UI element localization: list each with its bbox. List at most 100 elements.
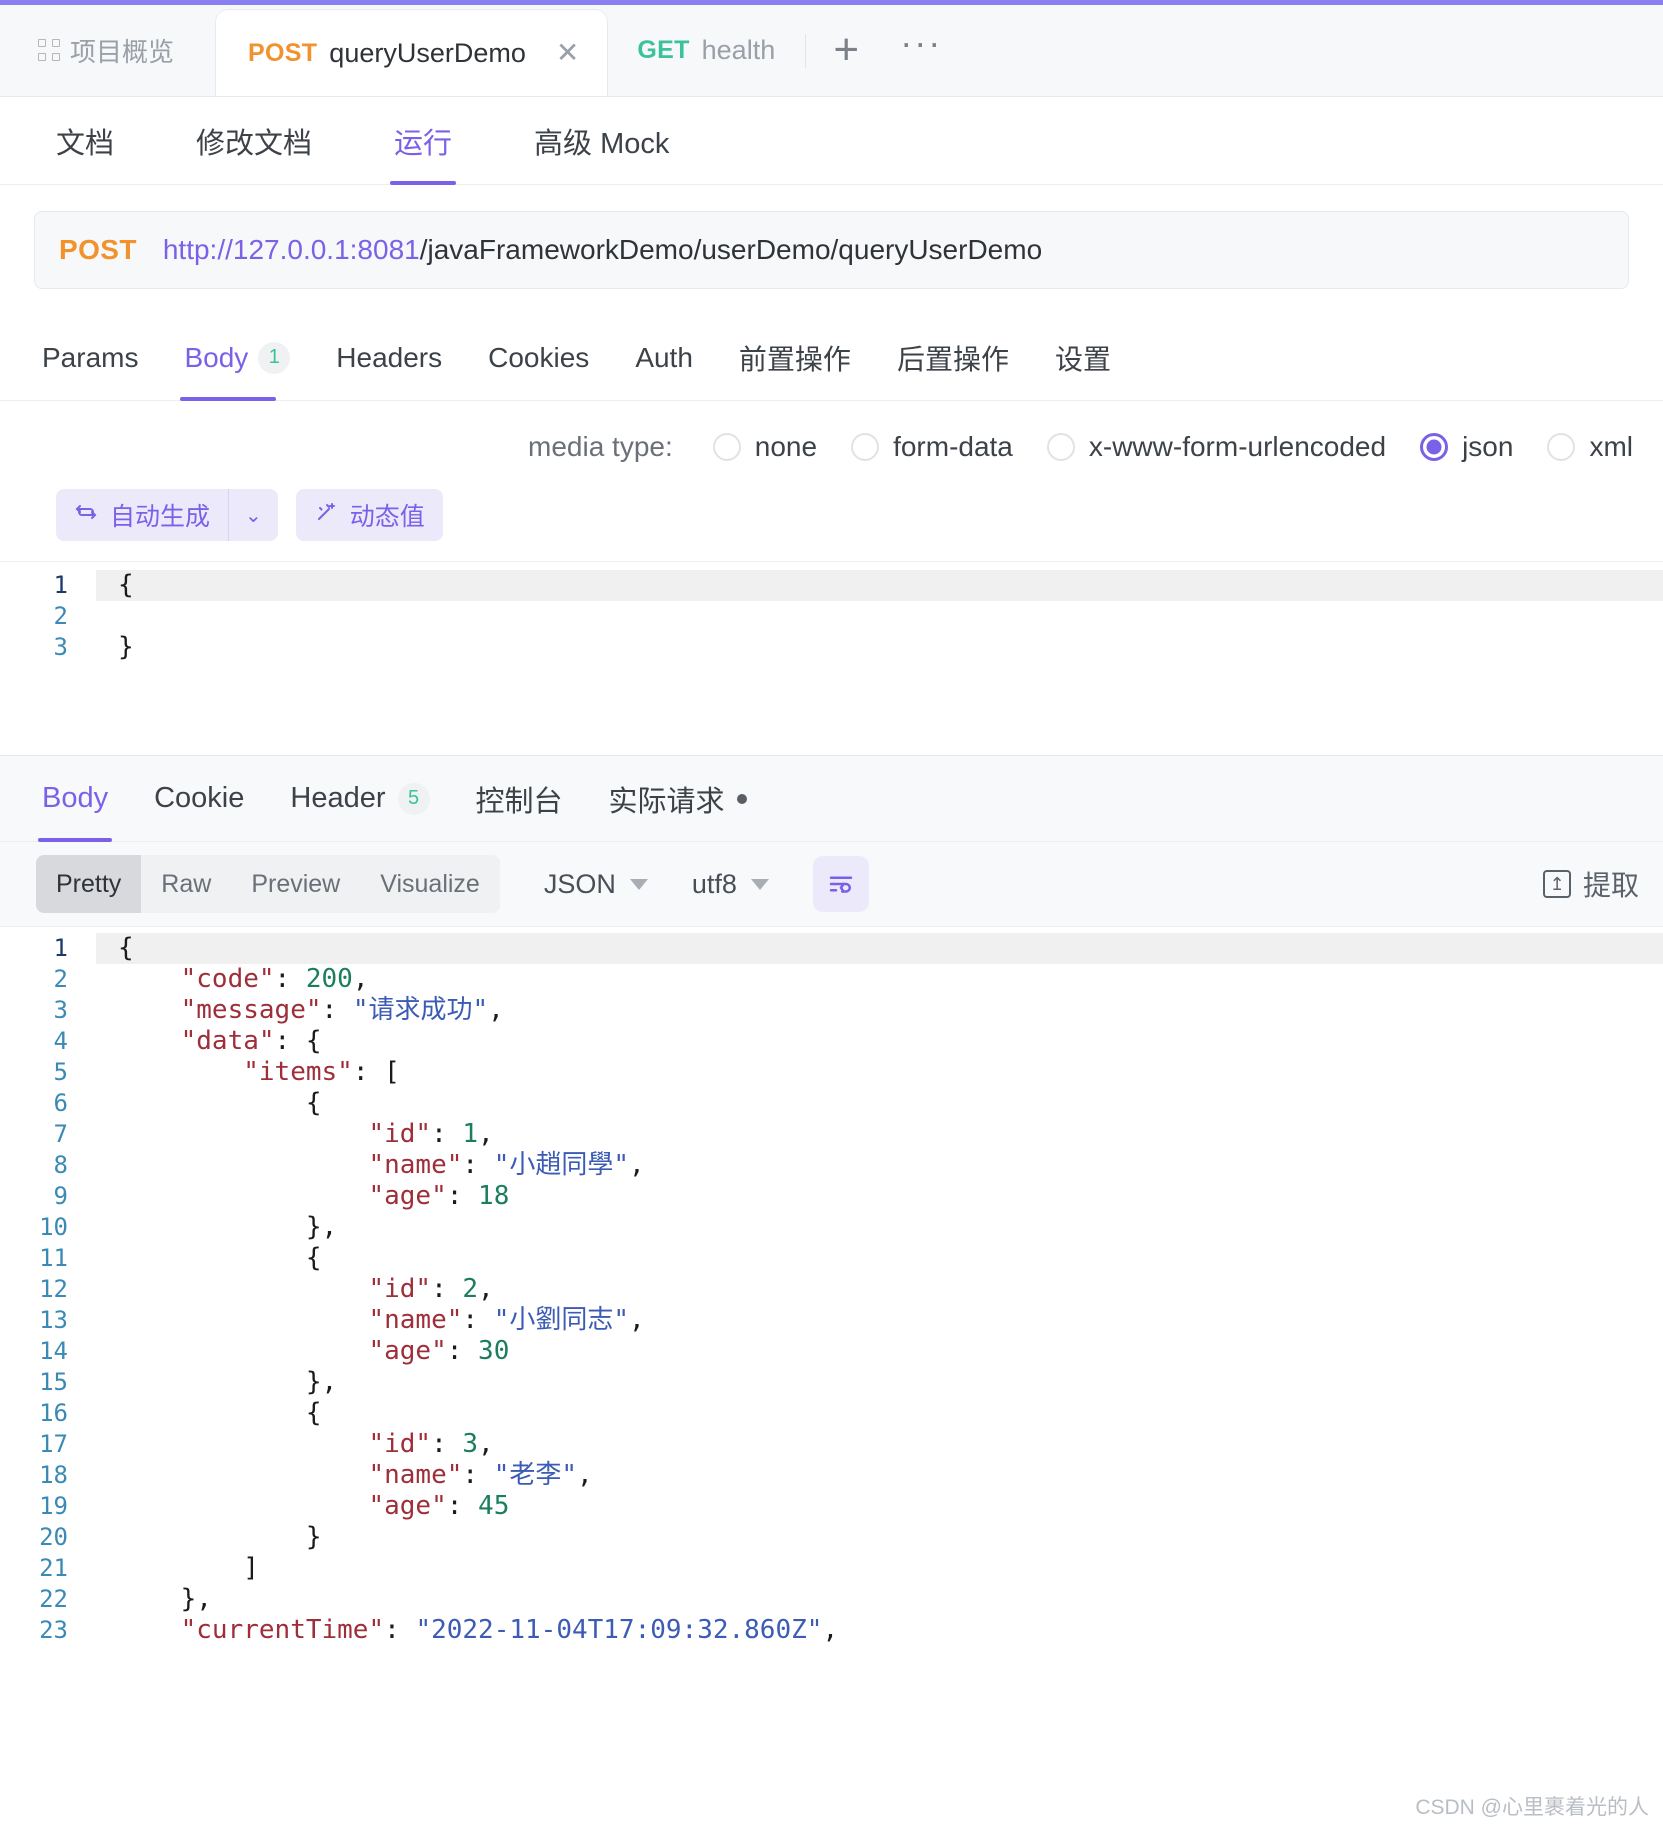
line-content[interactable]: "age": 45 — [96, 1491, 1663, 1522]
response-body-viewer[interactable]: 1{2 "code": 200, 3 "message": "请求成功", 4 "d… — [0, 926, 1663, 1646]
line-content[interactable]: "items": [ — [96, 1057, 1663, 1088]
close-icon[interactable]: ✕ — [556, 39, 579, 67]
radio-icon-xml[interactable] — [1547, 433, 1576, 461]
radio-icon-json[interactable] — [1420, 433, 1449, 461]
line-content[interactable]: "id": 2, — [96, 1274, 1663, 1305]
media-type-option-urlencoded[interactable]: x-www-form-urlencoded — [1046, 431, 1386, 463]
request-tab-settings[interactable]: 设置 — [1055, 315, 1111, 401]
response-tab-cookie[interactable]: Cookie — [154, 756, 244, 842]
tab-run[interactable]: 运行 — [390, 97, 457, 185]
request-tab-body[interactable]: Body 1 — [180, 315, 291, 401]
segment-raw[interactable]: Raw — [141, 855, 231, 913]
line-content[interactable]: "currentTime": "2022-11-04T17:09:32.860Z… — [96, 1615, 1663, 1646]
response-tab-actual-request[interactable]: 实际请求 — [609, 756, 747, 842]
line-content[interactable]: }, — [96, 1584, 1663, 1615]
response-code-line[interactable]: 16 { — [0, 1398, 1663, 1429]
add-tab-button[interactable]: + — [806, 4, 886, 96]
response-code-line[interactable]: 1{ — [0, 933, 1663, 964]
media-type-option-none[interactable]: none — [712, 431, 817, 463]
response-code-line[interactable]: 21 ] — [0, 1553, 1663, 1584]
line-content[interactable]: } — [96, 1522, 1663, 1553]
line-content[interactable]: { — [96, 933, 1663, 964]
radio-icon-urlencoded[interactable] — [1046, 433, 1075, 461]
request-tab-cookies[interactable]: Cookies — [488, 315, 589, 401]
line-content[interactable]: { — [96, 1088, 1663, 1119]
radio-icon-none[interactable] — [712, 433, 741, 461]
response-code-line[interactable]: 20 } — [0, 1522, 1663, 1553]
response-code-line[interactable]: 11 { — [0, 1243, 1663, 1274]
segment-visualize[interactable]: Visualize — [360, 855, 500, 913]
line-content[interactable]: "data": { — [96, 1026, 1663, 1057]
line-content[interactable]: "name": "老李", — [96, 1460, 1663, 1491]
response-code-line[interactable]: 6 { — [0, 1088, 1663, 1119]
response-code-line[interactable]: 18 "name": "老李", — [0, 1460, 1663, 1491]
line-content[interactable]: { — [96, 1243, 1663, 1274]
dynamic-value-button[interactable]: 动态值 — [295, 489, 443, 541]
tab-health[interactable]: GET health — [607, 4, 805, 96]
url-input[interactable]: http://127.0.0.1:8081/javaFrameworkDemo/… — [163, 234, 1042, 266]
text-wrap-icon[interactable] — [812, 856, 869, 912]
request-tab-headers[interactable]: Headers — [336, 315, 442, 401]
line-content[interactable]: }, — [96, 1367, 1663, 1398]
auto-generate-caret-icon[interactable]: ⌄ — [229, 489, 278, 541]
line-content[interactable]: ] — [96, 1553, 1663, 1584]
response-tab-body[interactable]: Body — [37, 756, 113, 842]
request-body-editor[interactable]: 1 { 2 3 } — [0, 561, 1663, 729]
request-tab-auth[interactable]: Auth — [635, 315, 693, 401]
more-options-icon[interactable]: ··· — [886, 4, 956, 96]
extract-button[interactable]: ↥ 提取 — [1542, 864, 1639, 904]
response-code-line[interactable]: 14 "age": 30 — [0, 1336, 1663, 1367]
response-code-line[interactable]: 7 "id": 1, — [0, 1119, 1663, 1150]
media-type-option-form-data[interactable]: form-data — [851, 431, 1013, 463]
response-code-line[interactable]: 4 "data": { — [0, 1026, 1663, 1057]
line-content[interactable]: { — [96, 570, 1663, 601]
response-tab-header-badge: 5 — [397, 782, 430, 815]
line-content[interactable]: }, — [96, 1212, 1663, 1243]
tab-advanced-mock[interactable]: 高级 Mock — [534, 97, 669, 185]
response-code-line[interactable]: 22 }, — [0, 1584, 1663, 1615]
radio-icon-form-data[interactable] — [851, 433, 880, 461]
response-code-line[interactable]: 2 "code": 200, — [0, 964, 1663, 995]
media-type-option-xml[interactable]: xml — [1547, 431, 1633, 463]
tab-edit-doc[interactable]: 修改文档 — [196, 97, 312, 185]
response-code-line[interactable]: 10 }, — [0, 1212, 1663, 1243]
auto-generate-button[interactable]: 自动生成 — [56, 489, 229, 541]
response-code-line[interactable]: 3 "message": "请求成功", — [0, 995, 1663, 1026]
response-code-line[interactable]: 13 "name": "小劉同志", — [0, 1305, 1663, 1336]
response-code-line[interactable]: 17 "id": 3, — [0, 1429, 1663, 1460]
request-code-line[interactable]: 2 — [0, 601, 1663, 632]
line-content[interactable]: { — [96, 1398, 1663, 1429]
line-content[interactable]: "name": "小劉同志", — [96, 1305, 1663, 1336]
response-tab-header[interactable]: Header 5 — [290, 756, 430, 842]
line-content[interactable]: "id": 3, — [96, 1429, 1663, 1460]
line-content[interactable]: "message": "请求成功", — [96, 995, 1663, 1026]
tab-doc[interactable]: 文档 — [56, 97, 114, 185]
request-tab-post-operation[interactable]: 后置操作 — [897, 315, 1009, 401]
line-content[interactable]: "age": 18 — [96, 1181, 1663, 1212]
line-content[interactable]: "code": 200, — [96, 964, 1663, 995]
line-content[interactable]: "name": "小趙同學", — [96, 1150, 1663, 1181]
request-code-line[interactable]: 1 { — [0, 570, 1663, 601]
encoding-dropdown[interactable]: utf8 — [692, 869, 769, 900]
segment-preview[interactable]: Preview — [231, 855, 360, 913]
url-bar[interactable]: POST http://127.0.0.1:8081/javaFramework… — [34, 211, 1629, 289]
request-code-line[interactable]: 3 } — [0, 632, 1663, 663]
format-dropdown[interactable]: JSON — [544, 869, 648, 900]
response-tab-console[interactable]: 控制台 — [476, 756, 563, 842]
response-code-line[interactable]: 23 "currentTime": "2022-11-04T17:09:32.8… — [0, 1615, 1663, 1646]
request-tab-params[interactable]: Params — [42, 315, 138, 401]
response-code-line[interactable]: 5 "items": [ — [0, 1057, 1663, 1088]
media-type-option-json[interactable]: json — [1420, 431, 1513, 463]
response-code-line[interactable]: 8 "name": "小趙同學", — [0, 1150, 1663, 1181]
tab-queryuserdemo[interactable]: POST queryUserDemo ✕ — [216, 10, 608, 96]
line-content[interactable]: "id": 1, — [96, 1119, 1663, 1150]
response-code-line[interactable]: 15 }, — [0, 1367, 1663, 1398]
tab-project-overview[interactable]: 项目概览 — [0, 4, 216, 96]
segment-pretty[interactable]: Pretty — [36, 855, 142, 913]
request-tab-pre-operation[interactable]: 前置操作 — [739, 315, 851, 401]
line-content[interactable]: } — [96, 632, 1663, 663]
line-content[interactable]: "age": 30 — [96, 1336, 1663, 1367]
response-code-line[interactable]: 19 "age": 45 — [0, 1491, 1663, 1522]
response-code-line[interactable]: 12 "id": 2, — [0, 1274, 1663, 1305]
response-code-line[interactable]: 9 "age": 18 — [0, 1181, 1663, 1212]
